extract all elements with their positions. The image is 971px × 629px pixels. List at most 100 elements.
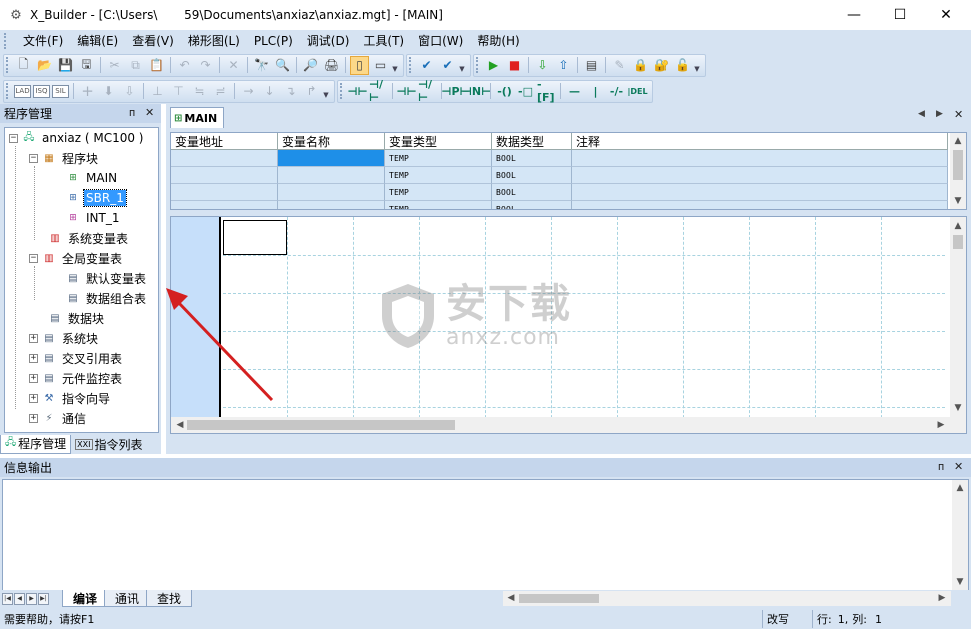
encrypt-icon[interactable]: 🔐	[652, 56, 671, 75]
tree-data-block[interactable]: ▤ 数据块	[47, 308, 106, 328]
tab-scroll-right-icon[interactable]: ▶	[936, 109, 943, 119]
output-scrollbar[interactable]: ▲ ▼	[952, 480, 968, 590]
horizontal-line-icon[interactable]: —	[565, 82, 584, 101]
delete-column-after-icon[interactable]: ≓	[211, 82, 230, 101]
scroll-thumb[interactable]	[953, 150, 963, 180]
table-cell[interactable]	[171, 201, 278, 210]
menu-ladder[interactable]: 梯形图(L)	[181, 30, 247, 52]
tree-system-block[interactable]: + ▤ 系统块	[29, 328, 100, 348]
table-cell[interactable]	[278, 184, 385, 201]
collapse-icon[interactable]: −	[29, 154, 38, 163]
panel-toggle-icon[interactable]: ▯	[350, 56, 369, 75]
first-tab-icon[interactable]: |◀	[2, 593, 13, 605]
scroll-down-icon[interactable]: ▼	[953, 575, 967, 589]
branch-down-icon[interactable]: ↴	[281, 82, 300, 101]
scroll-right-icon[interactable]: ▶	[934, 418, 948, 432]
hline-icon[interactable]: →	[239, 82, 258, 101]
cut-icon[interactable]: ✂	[105, 56, 124, 75]
tree-root[interactable]: − 🖧 anxiaz ( MC100 )	[9, 128, 146, 148]
scroll-up-icon[interactable]: ▲	[951, 219, 965, 233]
toolbar-overflow-icon[interactable]: ▼	[391, 56, 399, 75]
scroll-thumb[interactable]	[519, 594, 599, 603]
tab-compile[interactable]: 编译	[62, 590, 108, 607]
output-area[interactable]: ▲ ▼	[2, 479, 969, 591]
menu-edit[interactable]: 编辑(E)	[70, 30, 125, 52]
menu-file[interactable]: 文件(F)	[16, 30, 70, 52]
maximize-button[interactable]: ☐	[877, 0, 923, 30]
insert-column-after-icon[interactable]: ⊤	[169, 82, 188, 101]
table-cell[interactable]: BOOL	[492, 167, 572, 184]
expand-icon[interactable]: +	[29, 334, 38, 343]
menu-window[interactable]: 窗口(W)	[411, 30, 470, 52]
table-cell[interactable]	[572, 167, 948, 184]
expand-icon[interactable]: +	[29, 394, 38, 403]
download-icon[interactable]: ⇩	[533, 56, 552, 75]
instruction-view-icon[interactable]: SIL	[52, 85, 69, 98]
save-icon[interactable]: 💾	[56, 56, 75, 75]
no-contact-icon[interactable]: ⊣⊢	[348, 82, 367, 101]
find-icon[interactable]: 🔭	[252, 56, 271, 75]
panel-close-icon[interactable]: ✕	[145, 106, 154, 119]
table-cell[interactable]: BOOL	[492, 201, 572, 210]
var-table-scrollbar[interactable]: ▲ ▼	[950, 133, 966, 209]
tree-cross-ref[interactable]: + ▤ 交叉引用表	[29, 348, 124, 368]
table-cell[interactable]: BOOL	[492, 184, 572, 201]
scroll-thumb[interactable]	[187, 420, 455, 430]
tree-int[interactable]: ⊞ INT_1	[65, 208, 121, 228]
minimize-button[interactable]: —	[831, 0, 877, 30]
window-layout-icon[interactable]: ▭	[371, 56, 390, 75]
table-cell[interactable]: TEMP	[385, 167, 492, 184]
copy-icon[interactable]: ⧉	[126, 56, 145, 75]
table-cell[interactable]	[278, 167, 385, 184]
print-icon[interactable]: 🖨	[322, 56, 341, 75]
branch-up-icon[interactable]: ↱	[302, 82, 321, 101]
vline-icon[interactable]: ↓	[260, 82, 279, 101]
last-tab-icon[interactable]: ▶|	[38, 593, 49, 605]
table-cell[interactable]	[572, 201, 948, 210]
column-header[interactable]: 变量地址	[171, 133, 278, 150]
delete-column-icon[interactable]: ≒	[190, 82, 209, 101]
collapse-icon[interactable]: −	[29, 254, 38, 263]
table-cell[interactable]	[572, 150, 948, 167]
toolbar-overflow-icon[interactable]: ▼	[693, 56, 701, 75]
tab-find[interactable]: 查找	[146, 590, 192, 607]
upload-icon[interactable]: ⇧	[554, 56, 573, 75]
paste-icon[interactable]: 📋	[147, 56, 166, 75]
insert-column-icon[interactable]: ⊥	[148, 82, 167, 101]
toolbar-grip[interactable]	[476, 57, 480, 73]
menu-view[interactable]: 查看(V)	[125, 30, 181, 52]
pin-icon[interactable]: ᴨ	[938, 460, 944, 473]
table-cell[interactable]: TEMP	[385, 201, 492, 210]
toolbar-overflow-icon[interactable]: ▼	[322, 82, 330, 101]
column-header[interactable]: 变量类型	[385, 133, 492, 150]
menu-tools[interactable]: 工具(T)	[356, 30, 411, 52]
scroll-left-icon[interactable]: ◀	[504, 591, 518, 605]
lock-icon[interactable]: 🔒	[631, 56, 650, 75]
column-header[interactable]: 变量名称	[278, 133, 385, 150]
scroll-down-icon[interactable]: ▼	[951, 194, 965, 208]
scroll-up-icon[interactable]: ▲	[951, 134, 965, 148]
toolbar-grip[interactable]	[6, 57, 10, 73]
toolbar-grip[interactable]	[409, 57, 413, 73]
ladder-horizontal-scrollbar[interactable]: ◀ ▶	[171, 417, 966, 433]
decrypt-icon[interactable]: 🔓	[673, 56, 692, 75]
tree-monitor[interactable]: + ▤ 元件监控表	[29, 368, 124, 388]
toolbar-grip[interactable]	[340, 83, 344, 99]
table-cell[interactable]	[171, 150, 278, 167]
tab-program-manager[interactable]: 🖧 程序管理	[0, 435, 71, 454]
insert-down-icon[interactable]: ⬇	[99, 82, 118, 101]
table-cell[interactable]	[572, 184, 948, 201]
menu-debug[interactable]: 调试(D)	[300, 30, 357, 52]
replace-icon[interactable]: 🔍	[273, 56, 292, 75]
column-header[interactable]: 注释	[572, 133, 948, 150]
tree-sbr[interactable]: ⊞ SBR_1	[65, 188, 126, 208]
scroll-thumb[interactable]	[953, 235, 963, 249]
redo-icon[interactable]: ↷	[196, 56, 215, 75]
toolbar-overflow-icon[interactable]: ▼	[458, 56, 466, 75]
cell-cursor[interactable]	[223, 220, 287, 255]
tab-instruction-list[interactable]: XXI 指令列表	[71, 435, 146, 454]
new-file-icon[interactable]: 🗋	[14, 56, 33, 75]
function-block-icon[interactable]: -[F]	[537, 82, 556, 101]
tree-comm[interactable]: + ⚡ 通信	[29, 408, 88, 428]
menu-plc[interactable]: PLC(P)	[247, 30, 300, 52]
